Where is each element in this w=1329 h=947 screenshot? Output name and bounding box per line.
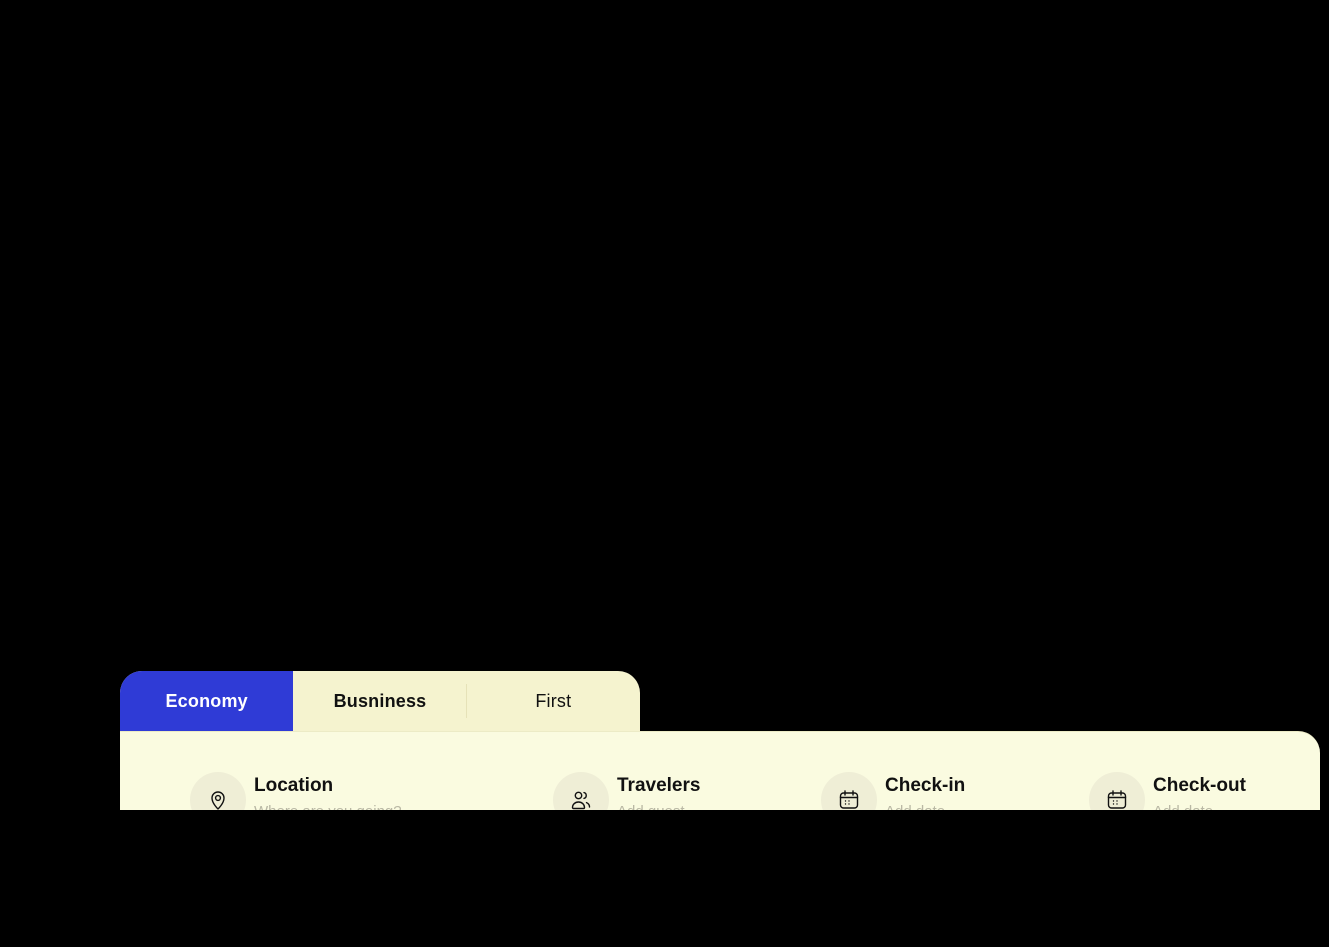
tab-first[interactable]: First xyxy=(467,671,640,731)
tab-business[interactable]: Busniness xyxy=(293,671,467,731)
checkin-field[interactable]: Check-in xyxy=(821,772,1105,810)
tab-economy-label: Economy xyxy=(165,690,248,711)
checkout-field[interactable]: Check-out xyxy=(1089,772,1320,810)
users-icon xyxy=(553,772,609,810)
travelers-label: Travelers xyxy=(617,775,701,796)
calendar-icon xyxy=(821,772,877,810)
travelers-input[interactable] xyxy=(617,802,837,810)
checkin-input[interactable] xyxy=(885,802,1105,810)
location-label: Location xyxy=(254,775,334,796)
location-field[interactable]: Location xyxy=(190,772,474,810)
calendar-icon xyxy=(1089,772,1145,810)
cabin-class-tabs: Economy Busniness First xyxy=(120,671,640,731)
checkin-label: Check-in xyxy=(885,775,966,796)
tab-business-label: Busniness xyxy=(333,690,427,711)
tab-economy[interactable]: Economy xyxy=(120,671,294,731)
search-panel: Location Travelers xyxy=(120,731,1320,810)
checkout-label: Check-out xyxy=(1153,775,1246,796)
page-background: Economy Busniness First Location Where a… xyxy=(0,0,1329,947)
map-pin-icon xyxy=(190,772,246,810)
tab-first-label: First xyxy=(535,690,572,711)
travelers-field[interactable]: Travelers xyxy=(553,772,837,810)
checkout-input[interactable] xyxy=(1153,802,1320,810)
location-input[interactable] xyxy=(254,802,474,810)
